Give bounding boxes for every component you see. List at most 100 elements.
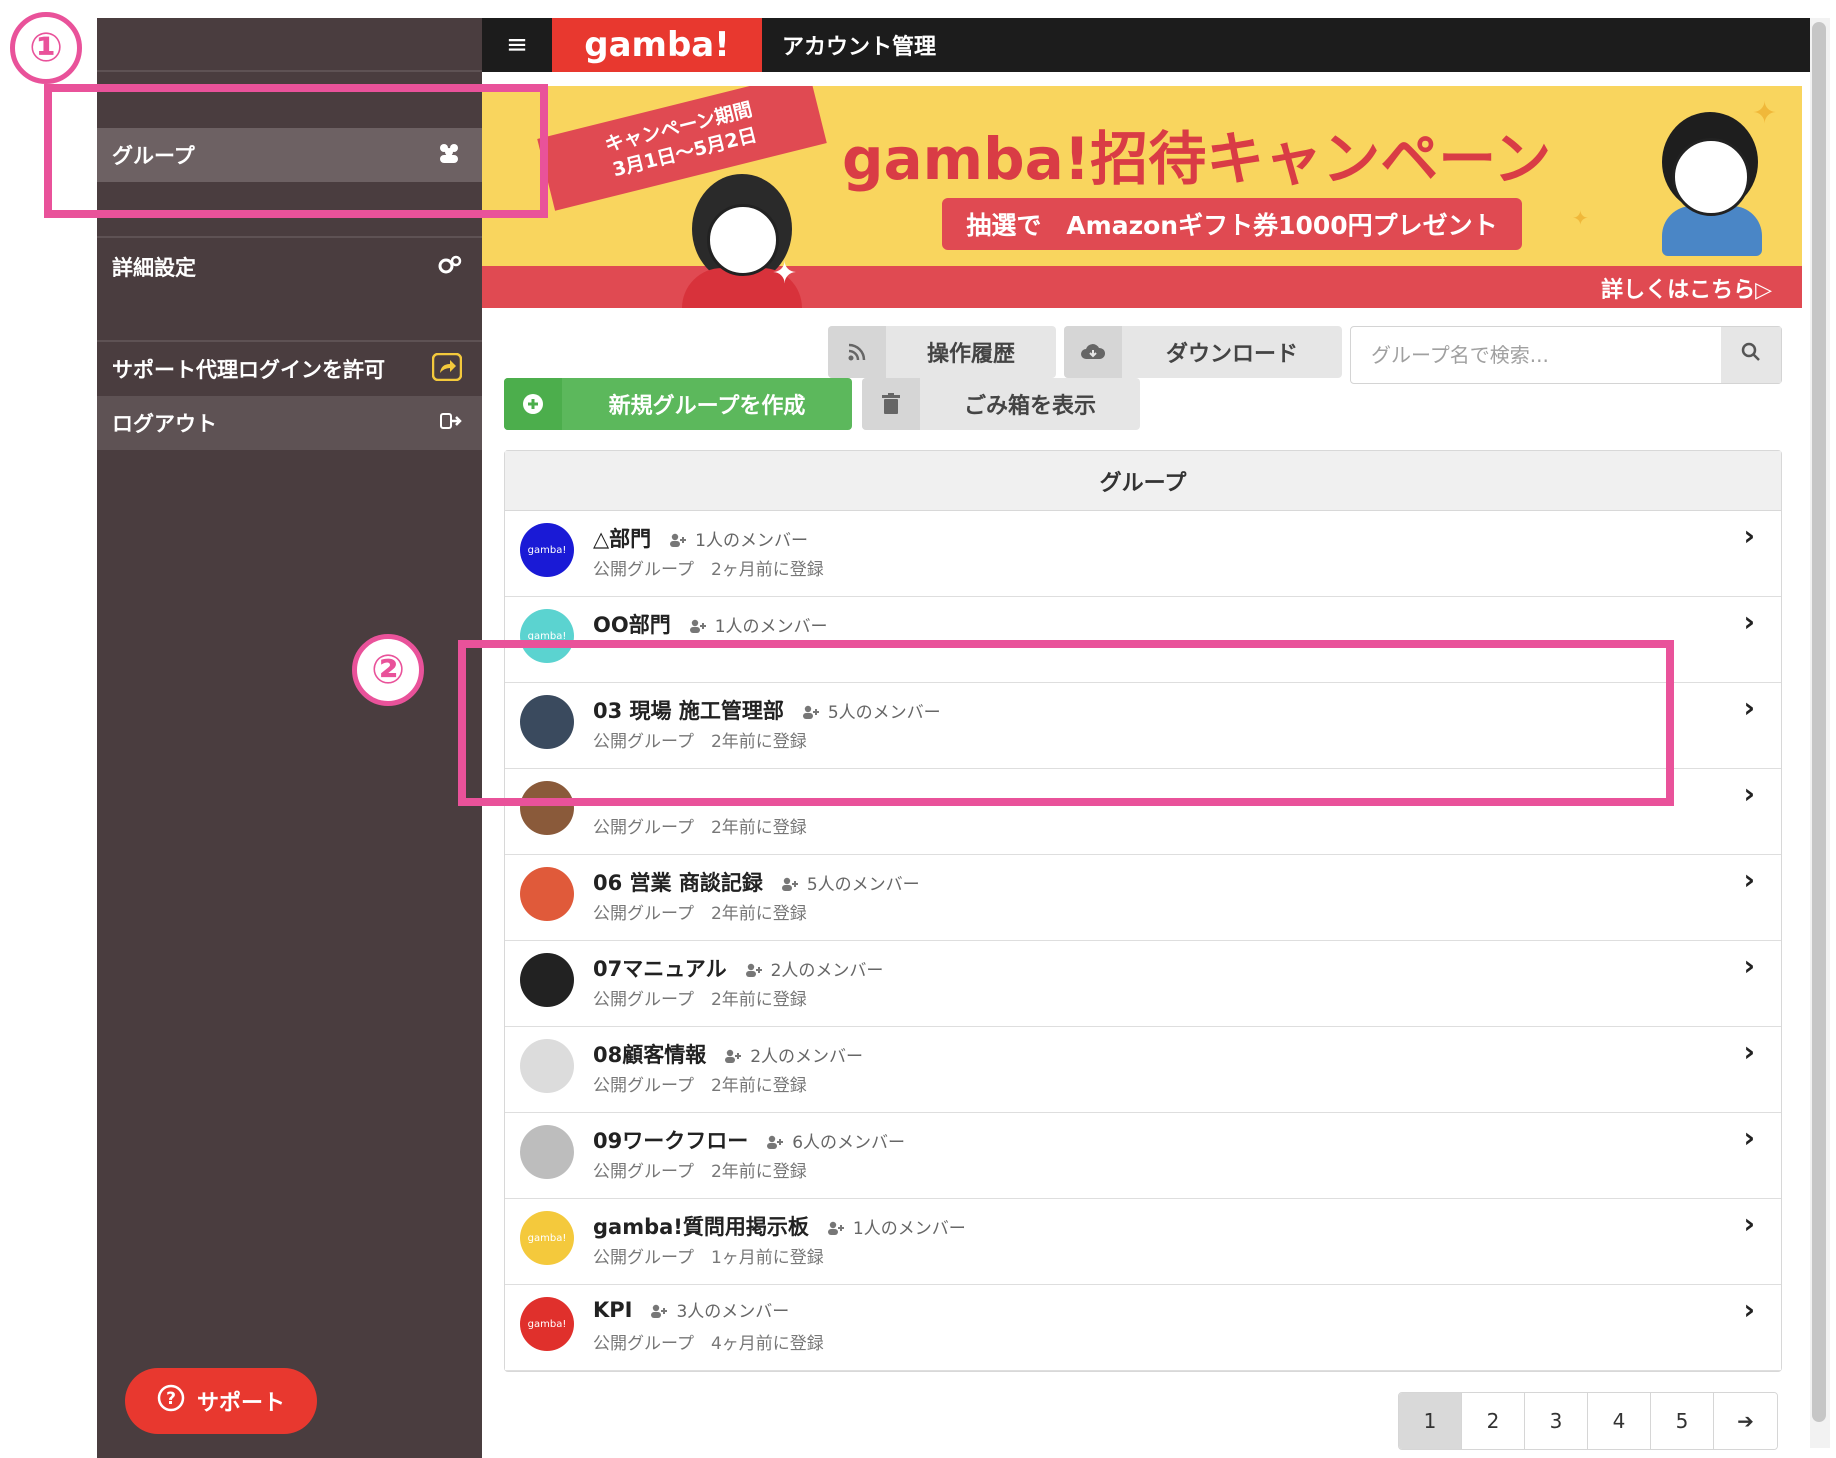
chevron-right-icon[interactable]: › [1743, 605, 1755, 638]
sidebar-item-label: ログアウト [112, 412, 217, 436]
trash-icon [862, 378, 920, 430]
add-user-icon [802, 703, 828, 723]
sidebar-item-hidden[interactable] [97, 78, 482, 120]
chevron-right-icon[interactable]: › [1743, 949, 1755, 982]
group-avatar: gamba! [520, 1211, 574, 1265]
sidebar-item-label: 詳細設定 [112, 256, 196, 280]
page-button[interactable]: 4 [1588, 1393, 1651, 1449]
group-name-line: 03 現場 施工管理部 5人のメンバー [593, 695, 941, 725]
group-name-line: 07マニュアル 2人のメンバー [593, 953, 883, 983]
sparkle-icon: ✦ [772, 256, 798, 291]
sidebar-item-advanced-settings[interactable]: 詳細設定 [97, 240, 482, 294]
group-avatar: gamba! [520, 609, 574, 663]
sidebar-item-support-login[interactable]: サポート代理ログインを許可 [97, 342, 482, 396]
chevron-right-icon[interactable]: › [1743, 863, 1755, 896]
search-box [1350, 326, 1782, 384]
group-name: 08顧客情報 [593, 1043, 707, 1067]
group-row[interactable]: 06 営業 商談記録 5人のメンバー 公開グループ 2年前に登録 › [505, 855, 1781, 941]
chevron-right-icon[interactable]: › [1743, 691, 1755, 724]
sidebar-item-label: サポート代理ログインを許可 [112, 358, 385, 382]
campaign-banner[interactable]: キャンペーン期間 3月1日〜5月2日 ✦ gamba!招待キャンペーン 抽選で … [482, 86, 1802, 308]
scrollbar-thumb[interactable] [1812, 22, 1826, 1422]
page-title: アカウント管理 [782, 35, 937, 60]
group-name-line: 09ワークフロー 6人のメンバー [593, 1125, 905, 1155]
page-button[interactable]: 5 [1651, 1393, 1714, 1449]
annotation-number-1: ① [10, 12, 82, 84]
logout-icon [440, 411, 462, 436]
member-count-text: 1人のメンバー [695, 531, 808, 551]
search-button[interactable] [1721, 327, 1781, 383]
sidebar-item-group[interactable]: グループ [97, 128, 482, 182]
banner-prize: 抽選で Amazonギフト券1000円プレゼント [942, 198, 1522, 250]
add-user-icon [781, 875, 807, 895]
group-name-line: KPI 3人のメンバー [593, 1297, 789, 1322]
banner-more-link[interactable]: 詳しくはこちら▷ [1601, 272, 1772, 304]
member-count-text: 2人のメンバー [750, 1047, 864, 1067]
group-row[interactable]: gamba! gamba!質問用掲示板 1人のメンバー公開グループ 1ヶ月前に登録 › [505, 1199, 1781, 1285]
group-row[interactable]: 03 現場 施工管理部 5人のメンバー 公開グループ 2年前に登録 › [505, 683, 1781, 769]
member-count: 1人のメンバー [827, 1219, 966, 1239]
show-trash-label: ごみ箱を表示 [963, 394, 1096, 419]
member-count-text: 1人のメンバー [852, 1219, 966, 1239]
menu-icon[interactable]: ≡ [482, 18, 552, 72]
add-user-icon [669, 531, 695, 551]
gears-icon [438, 255, 462, 280]
group-name-line: 06 営業 商談記録 5人のメンバー [593, 867, 920, 897]
search-input[interactable] [1351, 327, 1723, 383]
member-count: 3人のメンバー [650, 1302, 789, 1322]
download-label: ダウンロード [1165, 342, 1298, 367]
history-button[interactable]: 操作履歴 [828, 326, 1056, 378]
support-label: サポート [196, 1391, 285, 1416]
svg-text:?: ? [166, 1389, 176, 1409]
member-count: 5人のメンバー [781, 875, 920, 895]
group-row[interactable]: 09ワークフロー 6人のメンバー公開グループ 2年前に登録 › [505, 1113, 1781, 1199]
group-row[interactable]: 08顧客情報 2人のメンバー公開グループ 2年前に登録 › [505, 1027, 1781, 1113]
group-meta: 公開グループ 2ヶ月前に登録 [593, 560, 824, 580]
member-count: 2人のメンバー [745, 961, 883, 981]
chevron-right-icon[interactable]: › [1743, 1293, 1755, 1326]
member-count-text: 6人のメンバー [792, 1133, 906, 1153]
chevron-right-icon[interactable]: › [1743, 1121, 1755, 1154]
download-button[interactable]: ダウンロード [1064, 326, 1342, 378]
app-logo[interactable]: gamba! [552, 18, 762, 72]
show-trash-button[interactable]: ごみ箱を表示 [862, 378, 1140, 430]
chevron-right-icon[interactable]: › [1743, 519, 1755, 552]
group-meta: 公開グループ 2年前に登録 [593, 990, 807, 1010]
sidebar-item-logout[interactable]: ログアウト [97, 396, 482, 450]
create-group-button[interactable]: 新規グループを作成 [504, 378, 852, 430]
group-name: 06 営業 商談記録 [593, 871, 763, 895]
group-avatar [520, 953, 574, 1007]
group-meta: 公開グループ 2年前に登録 [593, 1076, 807, 1096]
add-user-icon [650, 1302, 676, 1322]
share-icon [431, 352, 463, 386]
group-row[interactable]: gamba! OO部門 1人のメンバー › [505, 597, 1781, 683]
campaign-period-ribbon: キャンペーン期間 3月1日〜5月2日 [537, 86, 827, 211]
group-name: gamba!質問用掲示板 [593, 1215, 809, 1239]
group-meta: 公開グループ 1ヶ月前に登録 [593, 1248, 824, 1268]
help-icon: ? [157, 1384, 185, 1418]
next-page-button[interactable]: ➔ [1714, 1393, 1777, 1449]
group-row[interactable]: 公開グループ 2年前に登録 › [505, 769, 1781, 855]
add-user-icon [766, 1133, 792, 1153]
group-name: 09ワークフロー [593, 1129, 749, 1153]
group-row[interactable]: 07マニュアル 2人のメンバー公開グループ 2年前に登録 › [505, 941, 1781, 1027]
group-avatar [520, 1039, 574, 1093]
group-name-line: 08顧客情報 2人のメンバー [593, 1039, 863, 1069]
chevron-right-icon[interactable]: › [1743, 777, 1755, 810]
group-icon [436, 142, 462, 169]
group-avatar: gamba! [520, 1297, 574, 1351]
member-count-text: 5人のメンバー [806, 875, 920, 895]
page-button[interactable]: 2 [1462, 1393, 1525, 1449]
group-meta: 公開グループ 2年前に登録 [593, 1162, 807, 1182]
group-name-line: △部門 1人のメンバー [593, 523, 808, 553]
group-row[interactable]: gamba! KPI 3人のメンバー 公開グループ 4ヶ月前に登録 › [505, 1285, 1781, 1371]
chevron-right-icon[interactable]: › [1743, 1207, 1755, 1240]
page-button[interactable]: 3 [1525, 1393, 1588, 1449]
sidebar: グループ 詳細設定 サポート代理ログインを許可 ログアウト [97, 18, 482, 1458]
member-count-text: 3人のメンバー [676, 1302, 790, 1322]
chevron-right-icon[interactable]: › [1743, 1035, 1755, 1068]
support-button[interactable]: ? サポート [125, 1368, 317, 1434]
group-row[interactable]: gamba! △部門 1人のメンバー 公開グループ 2ヶ月前に登録 › [505, 511, 1781, 597]
sidebar-item-label: グループ [112, 144, 195, 168]
page-button[interactable]: 1 [1399, 1393, 1462, 1449]
